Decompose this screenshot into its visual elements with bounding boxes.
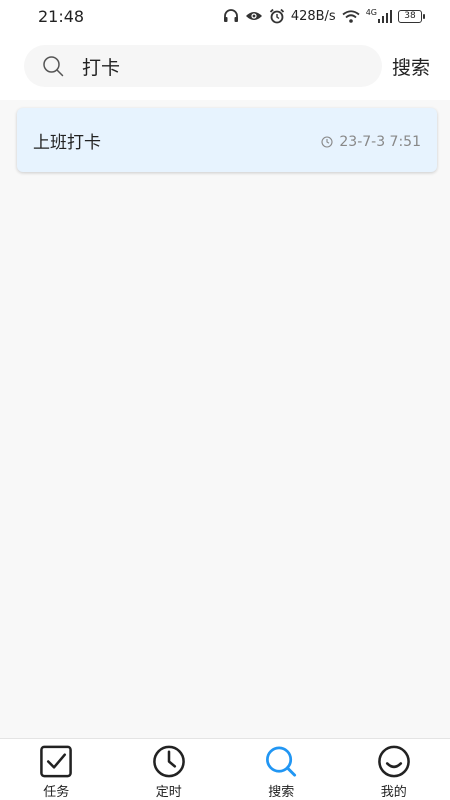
nav-item-profile[interactable]: 我的 xyxy=(338,739,450,800)
battery-icon: 38 xyxy=(398,9,425,23)
network-type: 4G xyxy=(365,8,377,17)
nav-label-search: 搜索 xyxy=(268,785,295,800)
headphones-icon xyxy=(223,9,238,22)
search-icon xyxy=(266,746,297,777)
eye-icon xyxy=(245,12,262,20)
search-button[interactable]: 搜索 xyxy=(392,53,430,80)
search-icon xyxy=(43,56,64,77)
nav-label-timer: 定时 xyxy=(155,785,182,800)
nav-item-tasks[interactable]: 任务 xyxy=(0,739,113,800)
smiley-icon xyxy=(377,745,410,778)
clock-icon xyxy=(321,136,333,148)
result-title: 上班打卡 xyxy=(33,132,101,153)
network-speed: 428B/s xyxy=(290,8,336,24)
search-box[interactable] xyxy=(24,45,382,87)
status-time: 21:48 xyxy=(38,6,85,26)
battery-level: 38 xyxy=(404,10,416,21)
status-icons: 428B/s 4G 38 xyxy=(223,8,425,24)
screen: 21:48 428B/s 4G 38 打卡 搜索 上班打卡 23-7-3 7:5… xyxy=(0,0,450,800)
result-time-text: 23-7-3 7:51 xyxy=(339,134,421,150)
checkbox-icon xyxy=(40,745,73,778)
search-results: 上班打卡 23-7-3 7:51 xyxy=(0,100,450,738)
result-card[interactable]: 上班打卡 23-7-3 7:51 xyxy=(17,108,437,172)
nav-item-timer[interactable]: 定时 xyxy=(113,739,226,800)
nav-item-search[interactable]: 搜索 xyxy=(225,739,338,800)
nav-label-tasks: 任务 xyxy=(43,785,70,800)
bottom-nav: 任务 定时 搜索 我的 xyxy=(0,738,450,800)
alarm-icon xyxy=(269,8,284,24)
search-input[interactable] xyxy=(82,55,362,77)
signal-icon xyxy=(378,9,392,23)
search-header: 搜索 xyxy=(0,40,450,94)
result-time: 23-7-3 7:51 xyxy=(321,134,421,150)
wifi-icon xyxy=(342,9,360,23)
nav-label-profile: 我的 xyxy=(380,785,407,800)
clock-icon xyxy=(152,745,185,778)
status-bar: 21:48 428B/s 4G 38 xyxy=(0,0,450,32)
